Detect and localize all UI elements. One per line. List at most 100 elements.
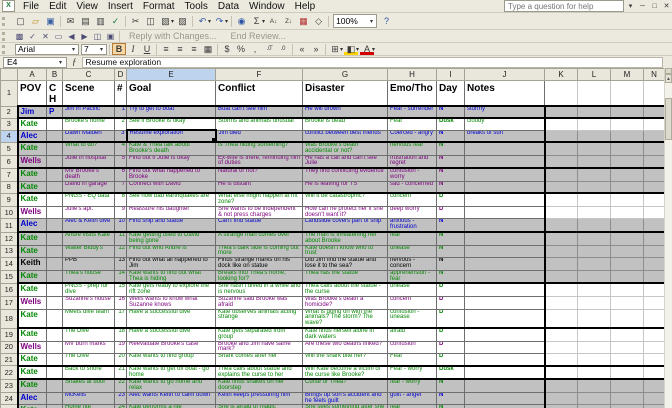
comma-button[interactable]: ,	[248, 43, 262, 55]
cell-H15[interactable]: apprehension - fear	[388, 270, 437, 283]
cell-F16[interactable]: She hasn't dived in a while and is nervo…	[216, 283, 303, 296]
sort-ascending-icon[interactable]: A↓	[266, 14, 281, 28]
cell-B2[interactable]: P	[47, 106, 63, 118]
cell-I16[interactable]: D	[437, 283, 465, 296]
cell-J13[interactable]	[465, 245, 545, 258]
cell-I13[interactable]: N	[437, 245, 465, 258]
cell-D14[interactable]: 13	[115, 258, 127, 271]
menu-window[interactable]: Window	[244, 0, 290, 13]
cell-C12[interactable]: Andre visits Kate	[63, 232, 115, 245]
cell-H10[interactable]: deep worry	[388, 206, 437, 219]
cell-D24[interactable]: 23	[115, 392, 127, 405]
row-header-1[interactable]: 1	[1, 81, 18, 107]
cell-J2[interactable]: stormy	[465, 106, 545, 118]
show-comments-icon[interactable]: ◫	[91, 31, 104, 42]
cell-N2[interactable]	[644, 106, 665, 118]
row-header-6[interactable]: 6	[1, 155, 18, 168]
cell-H2[interactable]: Fear - surrender	[388, 106, 437, 118]
cell-N22[interactable]	[644, 366, 665, 380]
cell-H4[interactable]: Coerced - angry	[388, 130, 437, 142]
chevron-down-icon[interactable]: ▾	[372, 46, 375, 53]
cell-F14[interactable]: Finds strange marks on his dock like on …	[216, 258, 303, 271]
cell-J7[interactable]	[465, 168, 545, 181]
cell-B16[interactable]	[47, 283, 63, 296]
header-cell-notes[interactable]: Notes	[465, 81, 545, 107]
cell-M17[interactable]	[611, 297, 644, 310]
cell-G14[interactable]: Did Jim find the statue and lose it to t…	[303, 258, 388, 271]
cell-K6[interactable]	[545, 155, 578, 168]
cell-K5[interactable]	[545, 142, 578, 155]
cell-G4[interactable]: conflict between best friends	[303, 130, 388, 142]
cell-B13[interactable]	[47, 245, 63, 258]
cell-H12[interactable]: fear	[388, 232, 437, 245]
cell-J22[interactable]	[465, 366, 545, 380]
copy-icon[interactable]: ◫	[143, 14, 158, 28]
menu-help[interactable]: Help	[290, 0, 321, 13]
chevron-down-icon[interactable]: ▾	[356, 46, 359, 53]
cell-B10[interactable]	[47, 206, 63, 219]
formula-input[interactable]: Resume exploration	[82, 57, 664, 68]
cell-E15[interactable]: Kate wants to find out what Thea is hidi…	[127, 270, 216, 283]
cell-M7[interactable]	[611, 168, 644, 181]
currency-button[interactable]: $	[220, 43, 234, 55]
column-header-I[interactable]: I	[437, 69, 465, 81]
column-header-G[interactable]: G	[303, 69, 388, 81]
cell-J10[interactable]	[465, 206, 545, 219]
cell-G9[interactable]: Will it be catastrophic?	[303, 193, 388, 206]
cell-A10[interactable]: Wells	[18, 206, 47, 219]
cell-F21[interactable]: Shark comes after her	[216, 354, 303, 366]
header-cell-pov[interactable]: POV	[18, 81, 47, 107]
cell-M15[interactable]	[611, 270, 644, 283]
cell-M6[interactable]	[611, 155, 644, 168]
cell-J21[interactable]	[465, 354, 545, 366]
italic-button[interactable]: I	[126, 43, 140, 55]
cell-E23[interactable]: Kate wants to go home and relax	[127, 379, 216, 392]
cell-N18[interactable]	[644, 309, 665, 328]
cell-M18[interactable]	[611, 309, 644, 328]
cell-M13[interactable]	[611, 245, 644, 258]
cell-D9[interactable]: 8	[115, 193, 127, 206]
cell-A14[interactable]: Keith	[18, 258, 47, 271]
cell-F23[interactable]: Kate finds snakes on her doorstep	[216, 379, 303, 392]
cell-F24[interactable]: Keith keeps pressuring him	[216, 392, 303, 405]
cell-H16[interactable]: unease	[388, 283, 437, 296]
font-size-select[interactable]: 7 ▾	[81, 44, 107, 55]
toolbar-grip[interactable]	[2, 45, 10, 54]
cell-N3[interactable]	[644, 118, 665, 130]
header-cell-scene[interactable]: Scene	[63, 81, 115, 107]
cell-H9[interactable]: concern	[388, 193, 437, 206]
help-dropdown-icon[interactable]: ▾	[625, 1, 636, 12]
cell-D20[interactable]: 19	[115, 341, 127, 354]
cell-D10[interactable]: 9	[115, 206, 127, 219]
cell-L15[interactable]	[578, 270, 611, 283]
cell-M23[interactable]	[611, 379, 644, 392]
row-header-24[interactable]: 24	[1, 392, 18, 405]
cell-K10[interactable]	[545, 206, 578, 219]
cell-F12[interactable]: A strange man comes over	[216, 232, 303, 245]
menu-format[interactable]: Format	[138, 0, 180, 13]
cell-F4[interactable]: Jim died	[216, 130, 303, 142]
cell-G20[interactable]: Are these two deaths linked?	[303, 341, 388, 354]
cell-J8[interactable]	[465, 181, 545, 193]
close-icon[interactable]: ✕	[661, 1, 672, 12]
cell-D4[interactable]: 3	[115, 130, 127, 142]
chevron-down-icon[interactable]: ▾	[171, 18, 174, 25]
cell-F6[interactable]: Ex-wife is there, reminding him of dutie…	[216, 155, 303, 168]
cell-C23[interactable]: Snakes at door	[63, 379, 115, 392]
cell-I12[interactable]: N	[437, 232, 465, 245]
header-cell-day[interactable]: Day	[437, 81, 465, 107]
row-header-12[interactable]: 12	[1, 232, 18, 245]
cell-N10[interactable]	[644, 206, 665, 219]
cell-D17[interactable]: 16	[115, 297, 127, 310]
cell-A9[interactable]: Kate	[18, 193, 47, 206]
cell-K3[interactable]	[545, 118, 578, 130]
cell-N9[interactable]	[644, 193, 665, 206]
cell-M4[interactable]	[611, 130, 644, 142]
cell-I10[interactable]: D	[437, 206, 465, 219]
cell-K11[interactable]	[545, 219, 578, 232]
cell-B3[interactable]	[47, 118, 63, 130]
cell-E3[interactable]: See if Brooke is okay	[127, 118, 216, 130]
end-review-button[interactable]: End Review...	[231, 31, 286, 41]
cell-J6[interactable]	[465, 155, 545, 168]
cell-A13[interactable]: Kate	[18, 245, 47, 258]
